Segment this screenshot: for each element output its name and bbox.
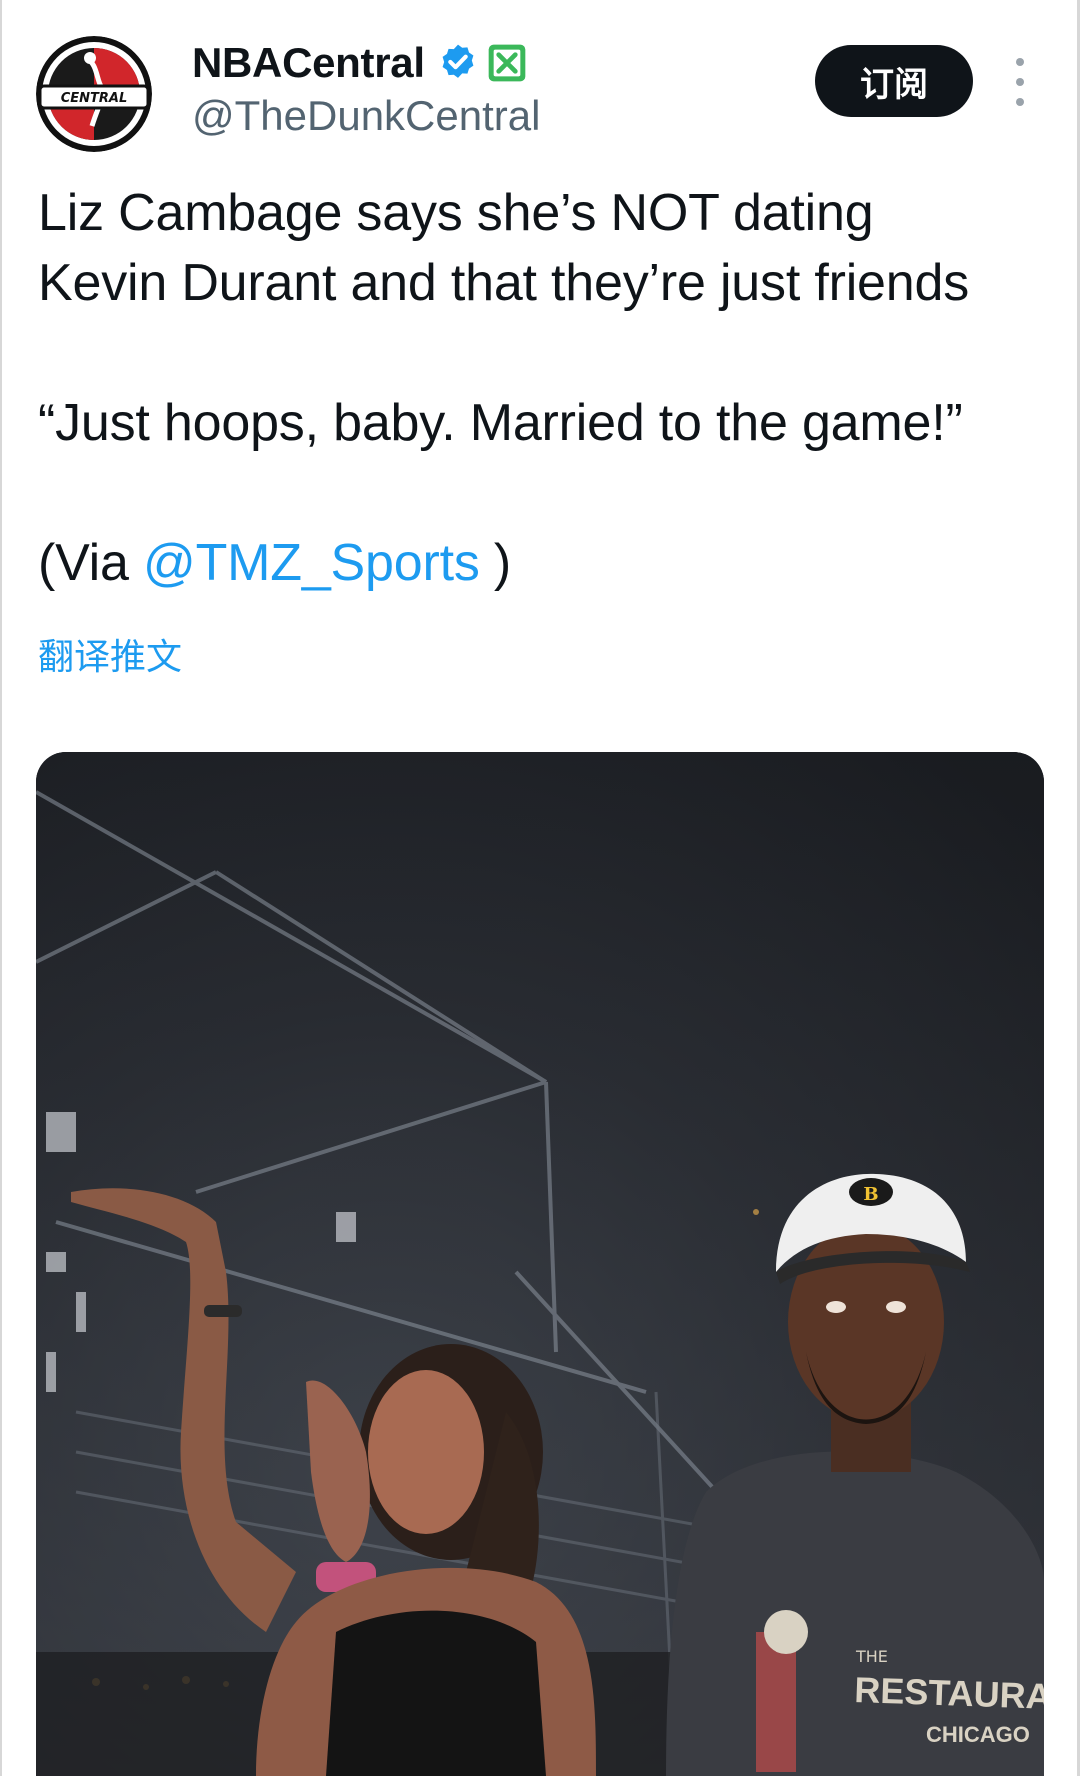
tweet-line-2: Kevin Durant and that they’re just frien…: [38, 254, 970, 312]
via-prefix: (Via: [38, 534, 143, 592]
more-dot: [1016, 58, 1024, 66]
tweet-photo[interactable]: B THE RESTAURANT CHICAGO: [36, 752, 1044, 1776]
account-handle[interactable]: @TheDunkCentral: [192, 92, 540, 140]
cap-logo: B: [863, 1184, 878, 1205]
shirt-text-small: THE: [855, 1647, 888, 1666]
verified-badge-icon[interactable]: [437, 42, 479, 84]
mention-link[interactable]: @TMZ_Sports: [143, 534, 480, 592]
tweet-line-1: Liz Cambage says she’s NOT dating: [38, 184, 874, 242]
x-affiliate-icon[interactable]: [487, 43, 527, 83]
via-suffix: ): [479, 534, 511, 592]
subscribe-button[interactable]: 订阅: [815, 45, 973, 117]
avatar[interactable]: CENTRAL: [36, 36, 152, 152]
shirt-text-city: CHICAGO: [926, 1722, 1030, 1747]
avatar-wordmark: CENTRAL: [61, 91, 128, 106]
tweet-text: Liz Cambage says she’s NOT dating Kevin …: [38, 178, 1048, 598]
account-name-row[interactable]: NBACentral: [192, 38, 527, 88]
more-vertical-icon[interactable]: [1008, 58, 1032, 106]
display-name[interactable]: NBACentral: [192, 39, 425, 87]
tweet-via-line: (Via @TMZ_Sports ): [38, 528, 1048, 598]
more-dot: [1016, 78, 1024, 86]
left-border: [0, 0, 2, 1776]
tweet-quote: “Just hoops, baby. Married to the game!”: [38, 394, 963, 452]
more-dot: [1016, 98, 1024, 106]
translate-tweet-link[interactable]: 翻译推文: [38, 628, 182, 680]
